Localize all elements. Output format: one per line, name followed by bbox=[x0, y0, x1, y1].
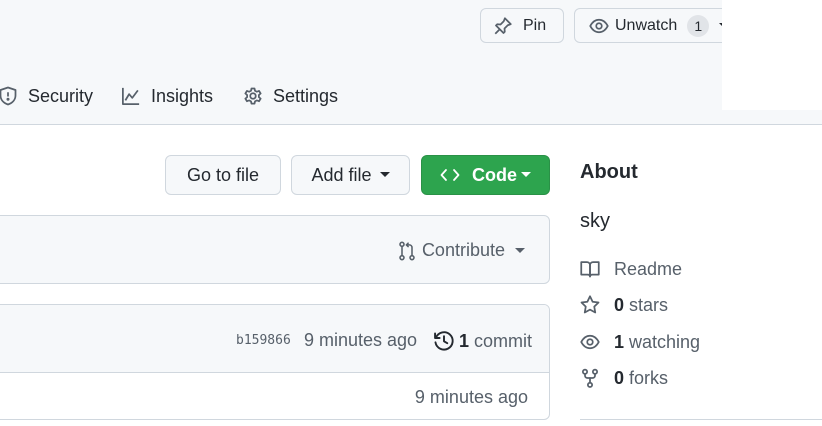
contribute-bar: Contribute bbox=[0, 215, 550, 284]
readme-label: Readme bbox=[614, 258, 683, 279]
file-list: b159866 9 minutes ago 1 commit 9 minutes… bbox=[0, 304, 550, 420]
code-label: Code bbox=[472, 164, 517, 185]
commit-time[interactable]: 9 minutes ago bbox=[304, 330, 417, 351]
add-file-label: Add file bbox=[311, 164, 372, 185]
commit-word: commit bbox=[474, 330, 533, 351]
pin-label: Pin bbox=[523, 16, 547, 34]
commit-count: 1 bbox=[459, 330, 470, 351]
history-icon bbox=[434, 331, 454, 351]
about-divider bbox=[580, 419, 822, 420]
go-to-file-button[interactable]: Go to file bbox=[165, 155, 281, 195]
forks-count: 0 bbox=[614, 367, 625, 388]
stars-count: 0 bbox=[614, 294, 625, 315]
chevron-down-icon bbox=[379, 172, 390, 177]
tab-settings-label: Settings bbox=[273, 85, 339, 106]
tab-security-label: Security bbox=[28, 85, 94, 106]
add-file-button[interactable]: Add file bbox=[291, 155, 410, 195]
readme-link[interactable]: Readme bbox=[580, 257, 682, 281]
watching-count: 1 bbox=[614, 331, 625, 352]
contribute-label: Contribute bbox=[421, 240, 505, 260]
watch-counter: 1 bbox=[687, 14, 710, 37]
commit-sha-link[interactable]: b159866 bbox=[236, 333, 291, 348]
pin-icon bbox=[494, 16, 512, 34]
forks-word: forks bbox=[629, 367, 669, 388]
chevron-down-icon bbox=[515, 247, 525, 253]
about-description: sky bbox=[580, 210, 610, 232]
unwatch-label: Unwatch bbox=[615, 16, 678, 34]
tab-insights[interactable]: Insights bbox=[121, 82, 213, 110]
star-icon bbox=[580, 295, 600, 314]
watching-link[interactable]: 1 watching bbox=[580, 330, 700, 354]
gear-icon bbox=[244, 87, 262, 105]
shield-icon bbox=[0, 86, 17, 106]
forks-link[interactable]: 0 forks bbox=[580, 366, 668, 390]
tab-security[interactable]: Security bbox=[0, 82, 93, 110]
go-to-file-label: Go to file bbox=[186, 164, 260, 185]
file-row-time: 9 minutes ago bbox=[414, 387, 528, 407]
eye-icon bbox=[589, 18, 609, 33]
commit-history-link[interactable]: 1 commit bbox=[433, 330, 532, 352]
graph-icon bbox=[122, 87, 140, 105]
overlay-panel bbox=[722, 0, 822, 110]
eye-icon bbox=[580, 334, 600, 350]
fork-icon bbox=[581, 368, 599, 388]
pin-button[interactable]: Pin bbox=[480, 8, 564, 43]
stars-link[interactable]: 0 stars bbox=[580, 293, 668, 317]
pull-request-icon bbox=[399, 241, 415, 260]
repo-header: Pin Unwatch 1 Security Insights Settings bbox=[0, 0, 822, 125]
stars-word: stars bbox=[629, 294, 669, 315]
code-button[interactable]: Code bbox=[421, 155, 550, 195]
book-icon bbox=[580, 261, 600, 278]
contribute-button[interactable]: Contribute bbox=[398, 240, 525, 261]
chevron-down-icon bbox=[521, 172, 531, 177]
tab-settings[interactable]: Settings bbox=[243, 82, 338, 110]
about-title: About bbox=[580, 161, 638, 183]
unwatch-button[interactable]: Unwatch 1 bbox=[574, 8, 734, 43]
code-icon bbox=[440, 169, 460, 181]
latest-commit-bar: b159866 9 minutes ago 1 commit bbox=[0, 305, 549, 373]
tab-insights-label: Insights bbox=[151, 85, 214, 106]
watching-word: watching bbox=[629, 331, 701, 352]
